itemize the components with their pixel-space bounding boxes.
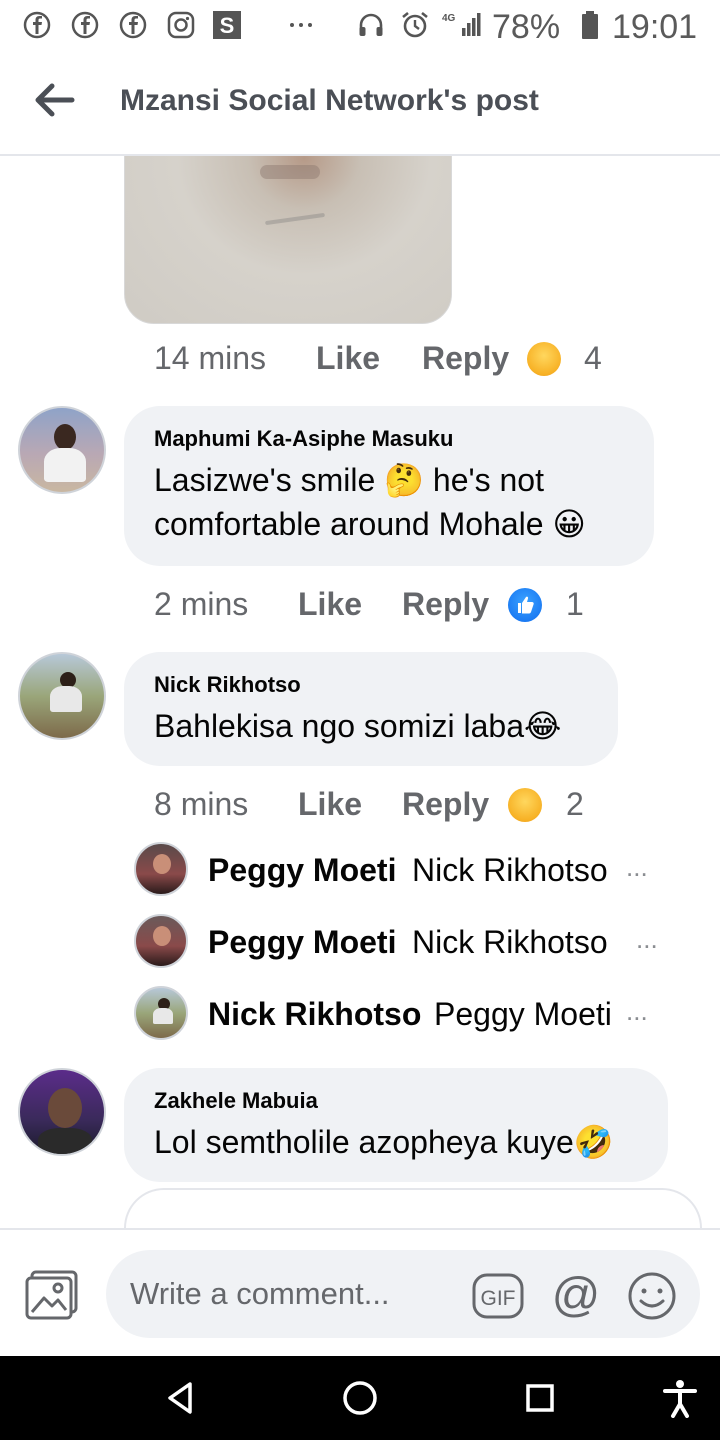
reply-text: Nick Rikhotso <box>412 924 608 960</box>
reply-author[interactable]: Peggy Moeti <box>208 924 396 961</box>
reply-button[interactable]: Reply <box>402 586 489 623</box>
post-header: Mzansi Social Network's post <box>0 58 720 156</box>
reaction-count[interactable]: 1 <box>566 586 584 623</box>
reply-author[interactable]: Peggy Moeti <box>208 852 396 889</box>
comment-composer: GIF @ <box>0 1228 720 1356</box>
like-button[interactable]: Like <box>298 586 362 623</box>
comment-time: 2 mins <box>154 586 249 622</box>
reply-preview[interactable]: Nick Rikhotso Peggy Moeti ... <box>134 986 694 1040</box>
more-dots-icon <box>290 23 312 27</box>
reply-more: ... <box>626 996 648 1026</box>
battery-icon <box>582 11 598 39</box>
reply-button[interactable]: Reply <box>422 340 509 377</box>
comment-photo[interactable] <box>124 156 452 324</box>
comment-text: Bahlekisa ngo somizi laba😂 <box>154 708 562 744</box>
comment-bubble-partial[interactable] <box>124 1188 702 1228</box>
avatar[interactable] <box>134 986 188 1040</box>
facebook-icon <box>71 11 99 39</box>
battery-percent: 78% <box>492 8 561 46</box>
like-button[interactable]: Like <box>298 786 362 823</box>
comment-meta: 8 mins Like Reply 2 <box>0 786 720 826</box>
reply-more: ... <box>626 852 648 882</box>
signal-4g-icon: 4G <box>442 13 481 36</box>
svg-text:4G: 4G <box>442 13 456 24</box>
comments-feed[interactable]: 14 mins Like Reply 4 Maphumi Ka-Asiphe M… <box>0 156 720 1228</box>
haha-reaction-icon[interactable] <box>527 342 561 376</box>
recents-square-icon[interactable] <box>520 1378 560 1418</box>
comment-text: Lol semtholile azopheya kuye🤣 <box>154 1124 614 1160</box>
arrow-left-icon[interactable] <box>32 80 76 120</box>
haha-reaction-icon[interactable] <box>508 788 542 822</box>
svg-text:S: S <box>220 13 235 38</box>
emoji-icon[interactable] <box>626 1270 678 1322</box>
reply-text: Peggy Moeti <box>434 996 612 1032</box>
svg-text:GIF: GIF <box>481 1287 516 1310</box>
reply-preview[interactable]: Peggy Moeti Nick Rikhotso ... <box>134 842 694 896</box>
commenter-name[interactable]: Nick Rikhotso <box>154 672 588 698</box>
like-button[interactable]: Like <box>316 340 380 377</box>
photo-icon[interactable] <box>24 1270 80 1320</box>
avatar[interactable] <box>134 842 188 896</box>
reaction-count[interactable]: 2 <box>566 786 584 823</box>
reply-text: Nick Rikhotso <box>412 852 608 888</box>
comment-meta: 2 mins Like Reply 1 <box>0 586 720 626</box>
headphones-icon <box>359 13 383 36</box>
comment-meta: 14 mins Like Reply 4 <box>0 340 720 380</box>
reaction-count[interactable]: 4 <box>584 340 602 377</box>
comment-bubble[interactable]: Nick Rikhotso Bahlekisa ngo somizi laba😂 <box>124 652 618 766</box>
page-title: Mzansi Social Network's post <box>120 84 539 117</box>
reply-author[interactable]: Nick Rikhotso <box>208 996 421 1033</box>
comment-time: 8 mins <box>154 786 249 822</box>
system-nav-bar <box>0 1356 720 1440</box>
back-triangle-icon[interactable] <box>160 1378 200 1418</box>
reply-more: ... <box>636 924 658 954</box>
gif-icon[interactable]: GIF <box>472 1270 524 1322</box>
accessibility-icon[interactable] <box>660 1378 700 1418</box>
facebook-icon <box>119 11 147 39</box>
comment-time: 14 mins <box>154 340 267 376</box>
comment-bubble[interactable]: Zakhele Mabuia Lol semtholile azopheya k… <box>124 1068 668 1182</box>
comment-input-container[interactable]: GIF @ <box>106 1250 700 1338</box>
home-circle-icon[interactable] <box>340 1378 380 1418</box>
comment-text: Lasizwe's smile 🤔 he's not <box>154 462 544 498</box>
commenter-name[interactable]: Zakhele Mabuia <box>154 1088 638 1114</box>
avatar[interactable] <box>18 652 106 740</box>
reply-preview[interactable]: Peggy Moeti Nick Rikhotso ... <box>134 914 694 968</box>
comment-text: comfortable around Mohale 😀 <box>154 506 586 542</box>
avatar[interactable] <box>18 406 106 494</box>
clock: 19:01 <box>612 8 698 46</box>
svg-text:@: @ <box>552 1270 601 1322</box>
facebook-icon <box>23 11 51 39</box>
instagram-icon <box>167 11 195 39</box>
comment-input[interactable] <box>130 1270 450 1318</box>
reply-button[interactable]: Reply <box>402 786 489 823</box>
s-app-icon: S <box>213 11 241 39</box>
like-reaction-icon[interactable] <box>508 588 542 622</box>
commenter-name[interactable]: Maphumi Ka-Asiphe Masuku <box>154 426 624 452</box>
status-bar: S 4G 78% 19:01 <box>0 0 720 58</box>
avatar[interactable] <box>134 914 188 968</box>
alarm-icon <box>402 11 428 38</box>
mention-icon[interactable]: @ <box>550 1270 602 1322</box>
comment-bubble[interactable]: Maphumi Ka-Asiphe Masuku Lasizwe's smile… <box>124 406 654 566</box>
avatar[interactable] <box>18 1068 106 1156</box>
